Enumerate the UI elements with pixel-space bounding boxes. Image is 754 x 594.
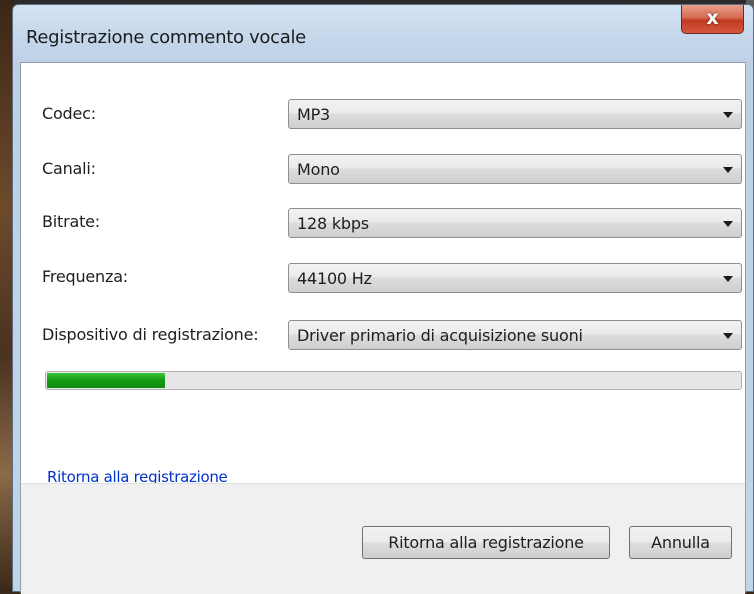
codec-label: Codec: <box>42 104 96 123</box>
device-select[interactable]: Driver primario di acquisizione suoni <box>288 320 742 350</box>
dialog-window: Registrazione commento vocale x Codec: M… <box>12 4 754 594</box>
codec-value: MP3 <box>297 105 331 124</box>
chevron-down-icon <box>723 112 733 118</box>
channels-select[interactable]: Mono <box>288 154 742 184</box>
codec-select[interactable]: MP3 <box>288 99 742 129</box>
progress-fill <box>47 373 165 388</box>
dialog-footer: Ritorna alla registrazione Annulla <box>21 483 745 594</box>
device-value: Driver primario di acquisizione suoni <box>297 326 583 345</box>
bitrate-value: 128 kbps <box>297 214 369 233</box>
bitrate-select[interactable]: 128 kbps <box>288 208 742 238</box>
chevron-down-icon <box>723 333 733 339</box>
close-icon: x <box>706 7 719 29</box>
title-bar[interactable]: Registrazione commento vocale x <box>13 5 753 61</box>
cancel-button[interactable]: Annulla <box>629 526 732 559</box>
chevron-down-icon <box>723 276 733 282</box>
frequency-select[interactable]: 44100 Hz <box>288 263 742 293</box>
dialog-content: Codec: MP3 Canali: Mono Bitrate: 128 kbp… <box>20 62 746 594</box>
channels-label: Canali: <box>42 159 96 178</box>
frequency-label: Frequenza: <box>42 267 128 286</box>
chevron-down-icon <box>723 221 733 227</box>
device-label: Dispositivo di registrazione: <box>42 325 259 344</box>
bitrate-label: Bitrate: <box>42 212 100 231</box>
window-title: Registrazione commento vocale <box>26 27 306 48</box>
return-to-recording-button[interactable]: Ritorna alla registrazione <box>362 526 610 559</box>
channels-value: Mono <box>297 160 340 179</box>
close-button[interactable]: x <box>681 5 744 34</box>
recording-progress-bar <box>45 371 742 390</box>
frequency-value: 44100 Hz <box>297 269 372 288</box>
chevron-down-icon <box>723 167 733 173</box>
